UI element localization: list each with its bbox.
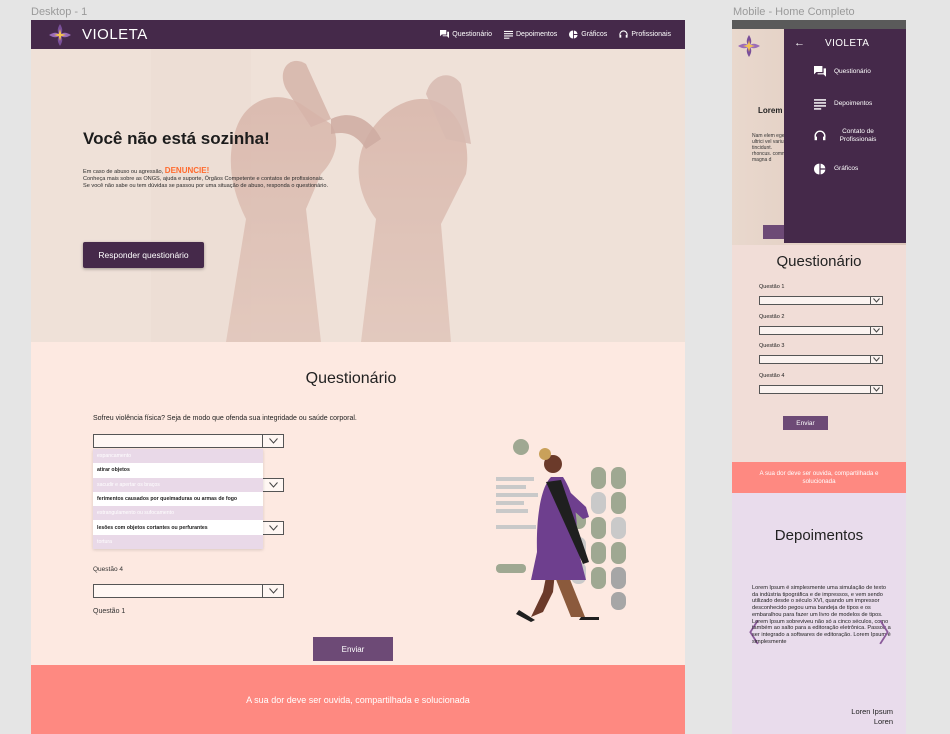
nav-menu: Questionário Depoimentos Gráficos Profis… — [440, 30, 671, 39]
drawer-item-label: Contato de Profissionais — [839, 128, 877, 143]
question-1-dropdown: espancamento atirar objetos sacudir e ap… — [93, 449, 263, 549]
nav-item-label: Profissionais — [631, 31, 671, 38]
dropdown-option[interactable]: ferimentos causados por queimaduras ou a… — [93, 491, 263, 507]
hero-line-2: Conheça mais sobre as ONGS, ajuda e supo… — [83, 176, 325, 182]
nav-item-graficos[interactable]: Gráficos — [569, 30, 607, 39]
navbar: VIOLETA Questionário Depoimentos Gráfico… — [31, 20, 685, 49]
hero-section: Você não está sozinha! Em caso de abuso … — [31, 49, 685, 342]
mobile-question-label: Questão 2 — [759, 314, 785, 320]
desktop-frame-label: Desktop - 1 — [31, 6, 88, 18]
drawer-item-depoimentos[interactable]: Depoimentos — [814, 98, 872, 110]
hero-title: Você não está sozinha! — [83, 129, 270, 148]
question-1-select[interactable] — [93, 434, 284, 448]
hero-line-1: Em caso de abuso ou agressão, — [83, 169, 165, 175]
nav-item-label: Gráficos — [581, 31, 608, 38]
hero-line-3: Se você não sabe ou tem dúvidas se passo… — [83, 183, 329, 189]
drawer-item-label: Gráficos — [834, 165, 859, 172]
drawer-item-label: Questionário — [834, 68, 871, 75]
chat-icon — [440, 30, 450, 39]
chevron-down-icon — [262, 434, 283, 448]
mobile-depoimentos: Depoimentos 〈 Lorem Ipsum é simplesmente… — [732, 493, 906, 734]
banner: A sua dor deve ser ouvida, compartilhada… — [31, 665, 685, 734]
brand-name: VIOLETA — [82, 26, 148, 43]
dropdown-option[interactable]: tortura — [93, 534, 263, 549]
denuncie-link[interactable]: DENUNCIE! — [165, 166, 209, 175]
mobile-question-label: Questão 3 — [759, 343, 785, 349]
logo-icon[interactable] — [48, 23, 72, 47]
mobile-nav-drawer: ← VIOLETA Questionário Depoimentos Conta… — [784, 29, 906, 243]
testimonial-text: Lorem Ipsum é simplesmente uma simulação… — [752, 585, 891, 645]
question-4-label: Questão 4 — [93, 566, 123, 573]
mobile-hero-title: Lorem — [758, 106, 783, 115]
mobile-question-2-select[interactable] — [759, 326, 883, 335]
woman-walking-illustration — [496, 439, 626, 622]
mobile-send-button[interactable]: Enviar — [783, 416, 828, 430]
logo-icon[interactable] — [737, 34, 761, 58]
chevron-down-icon — [870, 326, 882, 335]
nav-item-depoimentos[interactable]: Depoimentos — [504, 30, 557, 39]
carousel-next-icon[interactable]: 〉 — [878, 613, 904, 650]
question-1-label: Questão 1 — [93, 608, 126, 615]
questionnaire-title: Questionário — [305, 370, 397, 387]
nav-item-profissionais[interactable]: Profissionais — [619, 30, 671, 39]
chevron-down-icon — [870, 385, 882, 394]
mobile-questionnaire: Questionário Questão 1 Questão 2 Questão… — [732, 245, 906, 462]
drawer-title: VIOLETA — [825, 37, 870, 49]
pie-chart-icon — [814, 163, 826, 175]
text-lines-icon — [504, 30, 513, 39]
dropdown-option[interactable]: lesões com objetos cortantes ou perfuran… — [93, 520, 263, 535]
send-button[interactable]: Enviar — [313, 637, 393, 661]
mobile-question-label: Questão 4 — [759, 373, 785, 379]
hero-text: Em caso de abuso ou agressão, DENUNCIE! … — [83, 167, 328, 190]
dropdown-option[interactable]: atirar objetos — [93, 463, 263, 478]
nav-item-questionario[interactable]: Questionário — [440, 30, 492, 39]
drawer-item-graficos[interactable]: Gráficos — [814, 163, 858, 175]
mobile-question-label: Questão 1 — [759, 284, 785, 290]
mobile-question-1-select[interactable] — [759, 296, 883, 305]
question-4-select[interactable] — [93, 584, 284, 598]
mobile-question-3-select[interactable] — [759, 355, 883, 364]
mobile-question-4-select[interactable] — [759, 385, 883, 394]
mobile-frame-label: Mobile - Home Completo — [733, 6, 855, 18]
dropdown-option[interactable]: sacudir e apertar os braços — [93, 477, 263, 492]
hands-photo — [31, 49, 685, 342]
chevron-down-icon — [262, 521, 283, 535]
mobile-frame: Lorem Nam elem eget ultrici vel variu ti… — [732, 20, 906, 734]
testimonial-author: Loren Ipsum — [851, 707, 893, 716]
nav-item-label: Depoimentos — [516, 31, 558, 38]
depoimentos-title: Depoimentos — [774, 527, 864, 544]
back-arrow-icon[interactable]: ← — [794, 37, 805, 49]
drawer-item-questionario[interactable]: Questionário — [814, 66, 871, 78]
chat-icon — [814, 66, 826, 77]
drawer-header: ← VIOLETA — [784, 29, 906, 57]
nav-item-label: Questionário — [452, 31, 492, 38]
dropdown-option[interactable]: estrangulamento ou sufocamento — [93, 506, 263, 521]
questionnaire-section: Questionário Sofreu violência física? Se… — [31, 342, 685, 665]
headset-icon — [619, 30, 628, 38]
chevron-down-icon — [870, 296, 882, 305]
mobile-questionnaire-title: Questionário — [776, 253, 862, 270]
drawer-item-label: Depoimentos — [834, 100, 873, 107]
question-1-text: Sofreu violência física? Seja de modo qu… — [93, 415, 357, 422]
dropdown-option[interactable]: espancamento — [93, 449, 263, 464]
mobile-status-bar — [732, 20, 906, 29]
chevron-down-icon — [870, 355, 882, 364]
chevron-down-icon — [262, 478, 283, 492]
drawer-item-profissionais[interactable]: Contato de Profissionais — [814, 128, 882, 144]
chevron-down-icon — [262, 584, 283, 598]
pie-chart-icon — [569, 30, 578, 39]
desktop-frame: VIOLETA Questionário Depoimentos Gráfico… — [31, 20, 685, 734]
text-lines-icon — [814, 99, 826, 110]
testimonial-author-sub: Loren — [873, 717, 893, 726]
answer-questionnaire-button[interactable]: Responder questionário — [83, 242, 204, 268]
headset-icon — [814, 130, 826, 141]
mobile-banner: A sua dor deve ser ouvida, compartilhada… — [732, 462, 906, 493]
